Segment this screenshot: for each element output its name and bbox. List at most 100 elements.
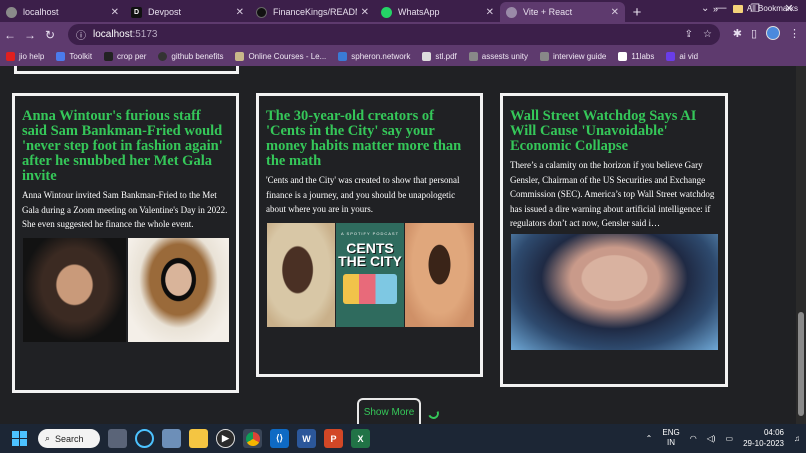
side-panel-icon[interactable]: ▯ (751, 27, 757, 40)
battery-icon[interactable]: ▭ (726, 434, 734, 443)
system-tray: ⌃ ENG IN ◠ ◁) ▭ 04:06 29-10-2023 ♫ (646, 427, 800, 449)
clock[interactable]: 04:06 29-10-2023 (743, 427, 784, 449)
url-port: :5173 (132, 29, 158, 40)
bookmark-item[interactable]: ai vid (666, 52, 698, 61)
photo-right (405, 223, 474, 327)
globe-icon (506, 6, 517, 18)
article-title[interactable]: Anna Wintour's furious staff said Sam Ba… (22, 109, 229, 184)
bookmark-favicon-icon (666, 52, 676, 61)
bookmark-item[interactable]: crop per (104, 52, 146, 61)
bookmark-label: 11labs (631, 52, 655, 61)
word-icon[interactable]: W (297, 429, 316, 448)
close-icon[interactable]: ✕ (361, 7, 369, 18)
wifi-icon[interactable]: ◠ (690, 434, 697, 443)
search-icon: ⌕ (45, 433, 51, 443)
tab-localhost[interactable]: localhost ✕ (0, 2, 125, 22)
tab-vite-react[interactable]: Vite + React ✕ (500, 2, 625, 22)
bookmarks-bar: jio help Toolkit crop per github benefit… (0, 47, 806, 66)
all-bookmarks-button[interactable]: All Bookmarks (732, 4, 798, 13)
bookmark-favicon-icon (104, 52, 114, 61)
bookmark-favicon-icon (235, 52, 245, 61)
clock-date: 29-10-2023 (743, 439, 784, 448)
bookmark-item[interactable]: jio help (6, 52, 44, 61)
cortana-icon[interactable] (135, 429, 154, 448)
volume-icon[interactable]: ◁) (707, 434, 716, 443)
bookmark-favicon-icon (540, 52, 550, 61)
file-explorer-icon[interactable] (189, 429, 208, 448)
tab-github-readme[interactable]: FinanceKings/README.m ✕ (250, 2, 375, 22)
article-summary: 'Cents and the City' was created to show… (266, 175, 460, 214)
clock-time: 04:06 (763, 428, 784, 437)
bookmark-favicon-icon (468, 52, 478, 61)
bookmark-star-icon[interactable]: ☆ (703, 29, 712, 40)
close-icon[interactable]: ✕ (611, 7, 619, 18)
media-player-icon[interactable]: ▶ (216, 429, 235, 448)
powerpoint-icon[interactable]: P (324, 429, 343, 448)
chrome-logo (245, 431, 260, 446)
language-code: ENG (662, 428, 680, 437)
region-code: IN (667, 438, 676, 447)
bookmark-item[interactable]: Toolkit (56, 52, 92, 61)
site-info-icon[interactable]: ⓘ (76, 27, 86, 42)
bookmark-label: stl.pdf (435, 52, 457, 61)
page-scrollbar[interactable] (796, 66, 806, 424)
chrome-icon[interactable] (243, 429, 262, 448)
photos-icon[interactable] (162, 429, 181, 448)
bookmark-item[interactable]: Online Courses - Le... (235, 52, 326, 61)
excel-icon[interactable]: X (351, 429, 370, 448)
scrollbar-thumb[interactable] (798, 312, 804, 416)
folder-icon (732, 4, 743, 13)
language-indicator[interactable]: ENG IN (662, 428, 679, 448)
bookmark-label: github benefits (171, 52, 224, 61)
tab-whatsapp[interactable]: WhatsApp ✕ (375, 2, 500, 22)
bookmark-item[interactable]: assests unity (468, 52, 529, 61)
address-bar[interactable]: ⓘ localhost:5173 ⇪ ☆ (68, 24, 720, 45)
chevron-up-icon[interactable]: ⌃ (646, 434, 653, 443)
article-card[interactable]: Wall Street Watchdog Says AI Will Cause … (500, 93, 728, 387)
photo-left (23, 238, 126, 342)
forward-icon[interactable]: → (20, 28, 40, 42)
tab-strip: localhost ✕ D Devpost ✕ FinanceKings/REA… (0, 0, 806, 22)
article-card[interactable]: Anna Wintour's furious staff said Sam Ba… (12, 93, 239, 393)
taskbar-search[interactable]: ⌕ Search (38, 429, 100, 448)
tab-title: WhatsApp (398, 7, 440, 17)
cover-illustration (343, 274, 397, 304)
bookmark-item[interactable]: interview guide (540, 52, 606, 61)
bookmark-item[interactable]: spheron.network (338, 52, 410, 61)
profile-avatar[interactable] (766, 26, 780, 40)
article-title[interactable]: Wall Street Watchdog Says AI Will Cause … (510, 109, 718, 154)
back-icon[interactable]: ← (0, 28, 20, 42)
bookmark-item[interactable]: stl.pdf (422, 52, 457, 61)
bookmark-label: Online Courses - Le... (248, 52, 327, 61)
share-icon[interactable]: ⇪ (685, 29, 693, 40)
bookmarks-overflow-button[interactable]: » (713, 4, 718, 14)
bookmark-label: assests unity (481, 52, 529, 61)
tab-devpost[interactable]: D Devpost ✕ (125, 2, 250, 22)
whatsapp-icon (381, 6, 392, 18)
bookmark-item[interactable]: 11labs (618, 52, 654, 61)
tab-title: Vite + React (523, 7, 573, 17)
show-more-button[interactable]: Show More (357, 398, 421, 424)
windows-start-icon[interactable] (12, 431, 27, 446)
bookmark-label: Toolkit (69, 52, 93, 61)
article-card[interactable]: The 30-year-old creators of 'Cents in th… (256, 93, 483, 377)
menu-icon[interactable]: ⋮ (789, 27, 800, 40)
article-title[interactable]: The 30-year-old creators of 'Cents in th… (266, 109, 473, 169)
extensions-icon[interactable]: ✱ (733, 27, 742, 40)
notification-bell-icon[interactable]: ♫ (794, 434, 800, 443)
task-view-icon[interactable] (108, 429, 127, 448)
vscode-icon[interactable]: ⟨⟩ (270, 429, 289, 448)
close-icon[interactable]: ✕ (111, 7, 119, 18)
photo-left (267, 223, 335, 327)
bookmark-favicon-icon (6, 52, 15, 61)
all-bookmarks-label: All Bookmarks (746, 4, 798, 13)
article-image: A SPOTIFY PODCAST CENTS THE CITY (267, 223, 474, 327)
bookmark-favicon-icon (422, 52, 432, 61)
close-icon[interactable]: ✕ (486, 7, 494, 18)
bookmark-item[interactable]: github benefits (158, 52, 223, 61)
reload-icon[interactable]: ↻ (40, 28, 60, 42)
new-tab-button[interactable]: + (625, 2, 649, 22)
bookmark-favicon-icon (56, 52, 66, 61)
bookmark-favicon-icon (618, 52, 628, 61)
close-icon[interactable]: ✕ (236, 7, 244, 18)
